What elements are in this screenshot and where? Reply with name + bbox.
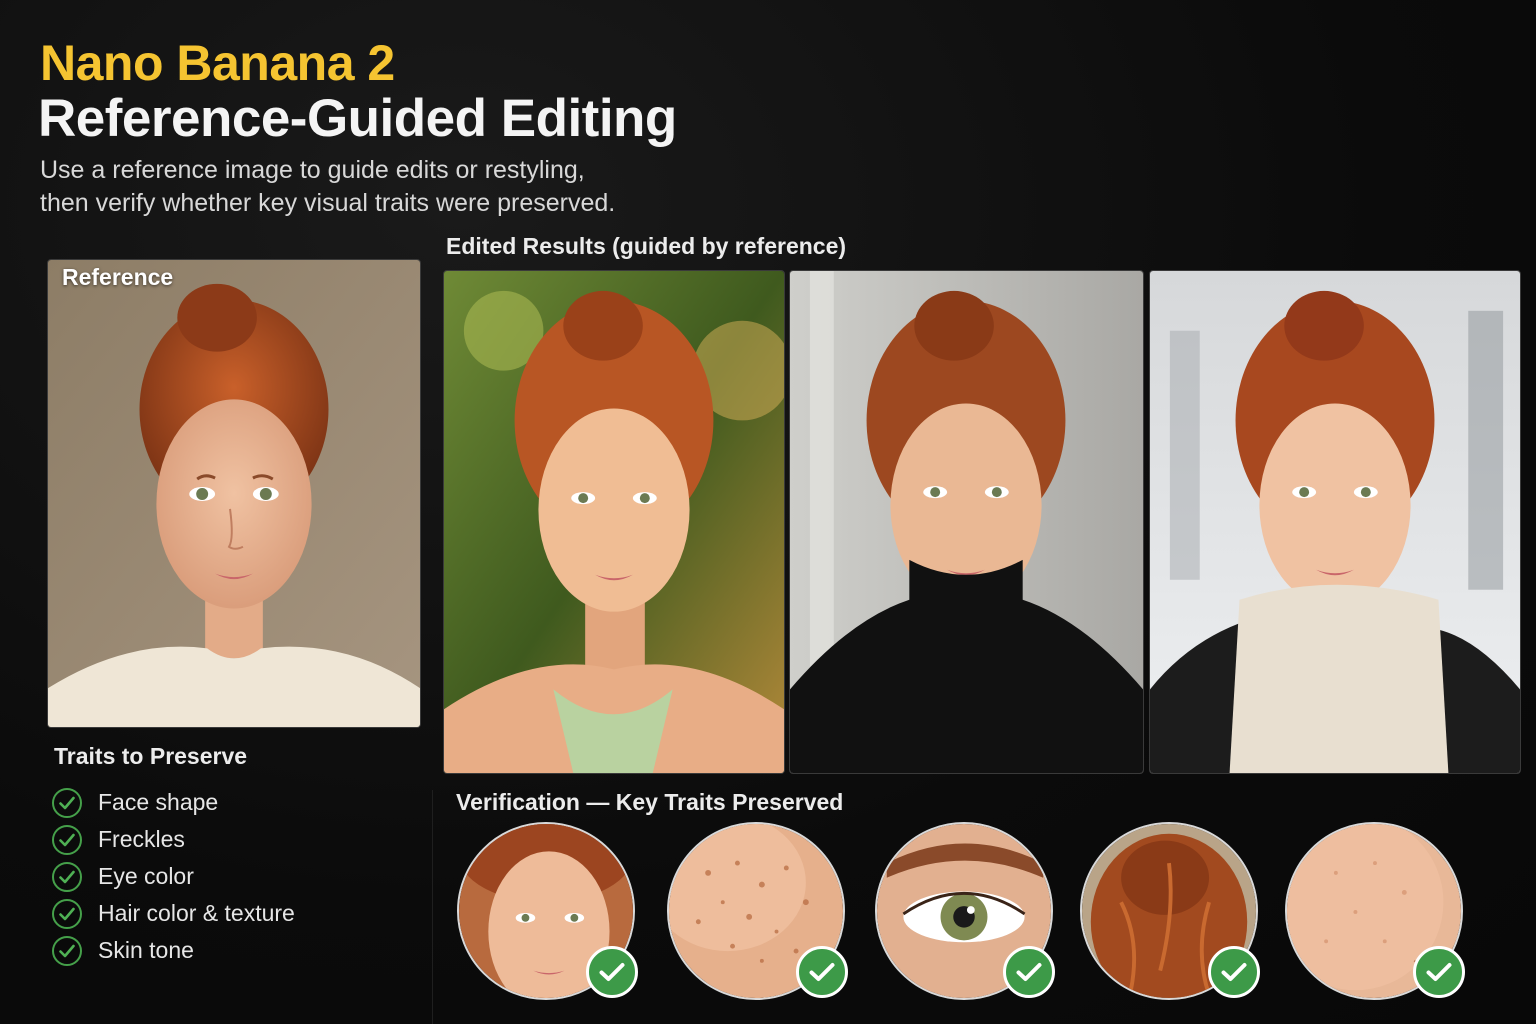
edited-image-1[interactable] [443,270,785,774]
portrait-snow-image [1150,271,1520,773]
trait-item: Skin tone [52,932,412,969]
verification-heading: Verification — Key Traits Preserved [456,789,844,815]
trait-label: Skin tone [98,937,194,963]
check-circle-icon [52,824,82,855]
trait-item: Face shape [52,784,412,821]
trait-label: Face shape [98,789,219,815]
reference-label: Reference [62,264,174,290]
brand-title: Nano Banana 2 [40,35,395,91]
traits-list: Face shape Freckles Eye color Hair color… [52,784,412,969]
trait-label: Freckles [98,826,185,852]
page-title: Reference-Guided Editing [38,89,677,148]
check-badge-icon [1003,946,1055,998]
trait-label: Eye color [98,863,194,889]
portrait-studio-image [790,271,1143,773]
page: Nano Banana 2 Reference-Guided Editing U… [0,0,1536,1024]
check-badge-icon [796,946,848,998]
reference-image[interactable]: Reference [47,259,421,728]
subtitle: Use a reference image to guide edits or … [40,154,700,220]
check-badge-icon [1208,946,1260,998]
traits-heading: Traits to Preserve [54,743,248,769]
portrait-forest-image [444,271,784,773]
edited-image-3[interactable] [1149,270,1521,774]
check-badge-icon [586,946,638,998]
trait-item: Freckles [52,821,412,858]
check-circle-icon [52,787,82,818]
edited-image-2[interactable] [789,270,1144,774]
check-circle-icon [52,898,82,929]
portrait-image [48,260,420,727]
trait-item: Hair color & texture [52,895,412,932]
check-circle-icon [52,861,82,892]
divider [432,790,433,1024]
subtitle-line-1: Use a reference image to guide edits or … [40,156,585,184]
trait-label: Hair color & texture [98,900,295,926]
check-badge-icon [1413,946,1465,998]
edited-results-heading: Edited Results (guided by reference) [446,233,847,259]
trait-item: Eye color [52,858,412,895]
subtitle-line-2: then verify whether key visual traits we… [40,189,616,217]
check-circle-icon [52,935,82,966]
